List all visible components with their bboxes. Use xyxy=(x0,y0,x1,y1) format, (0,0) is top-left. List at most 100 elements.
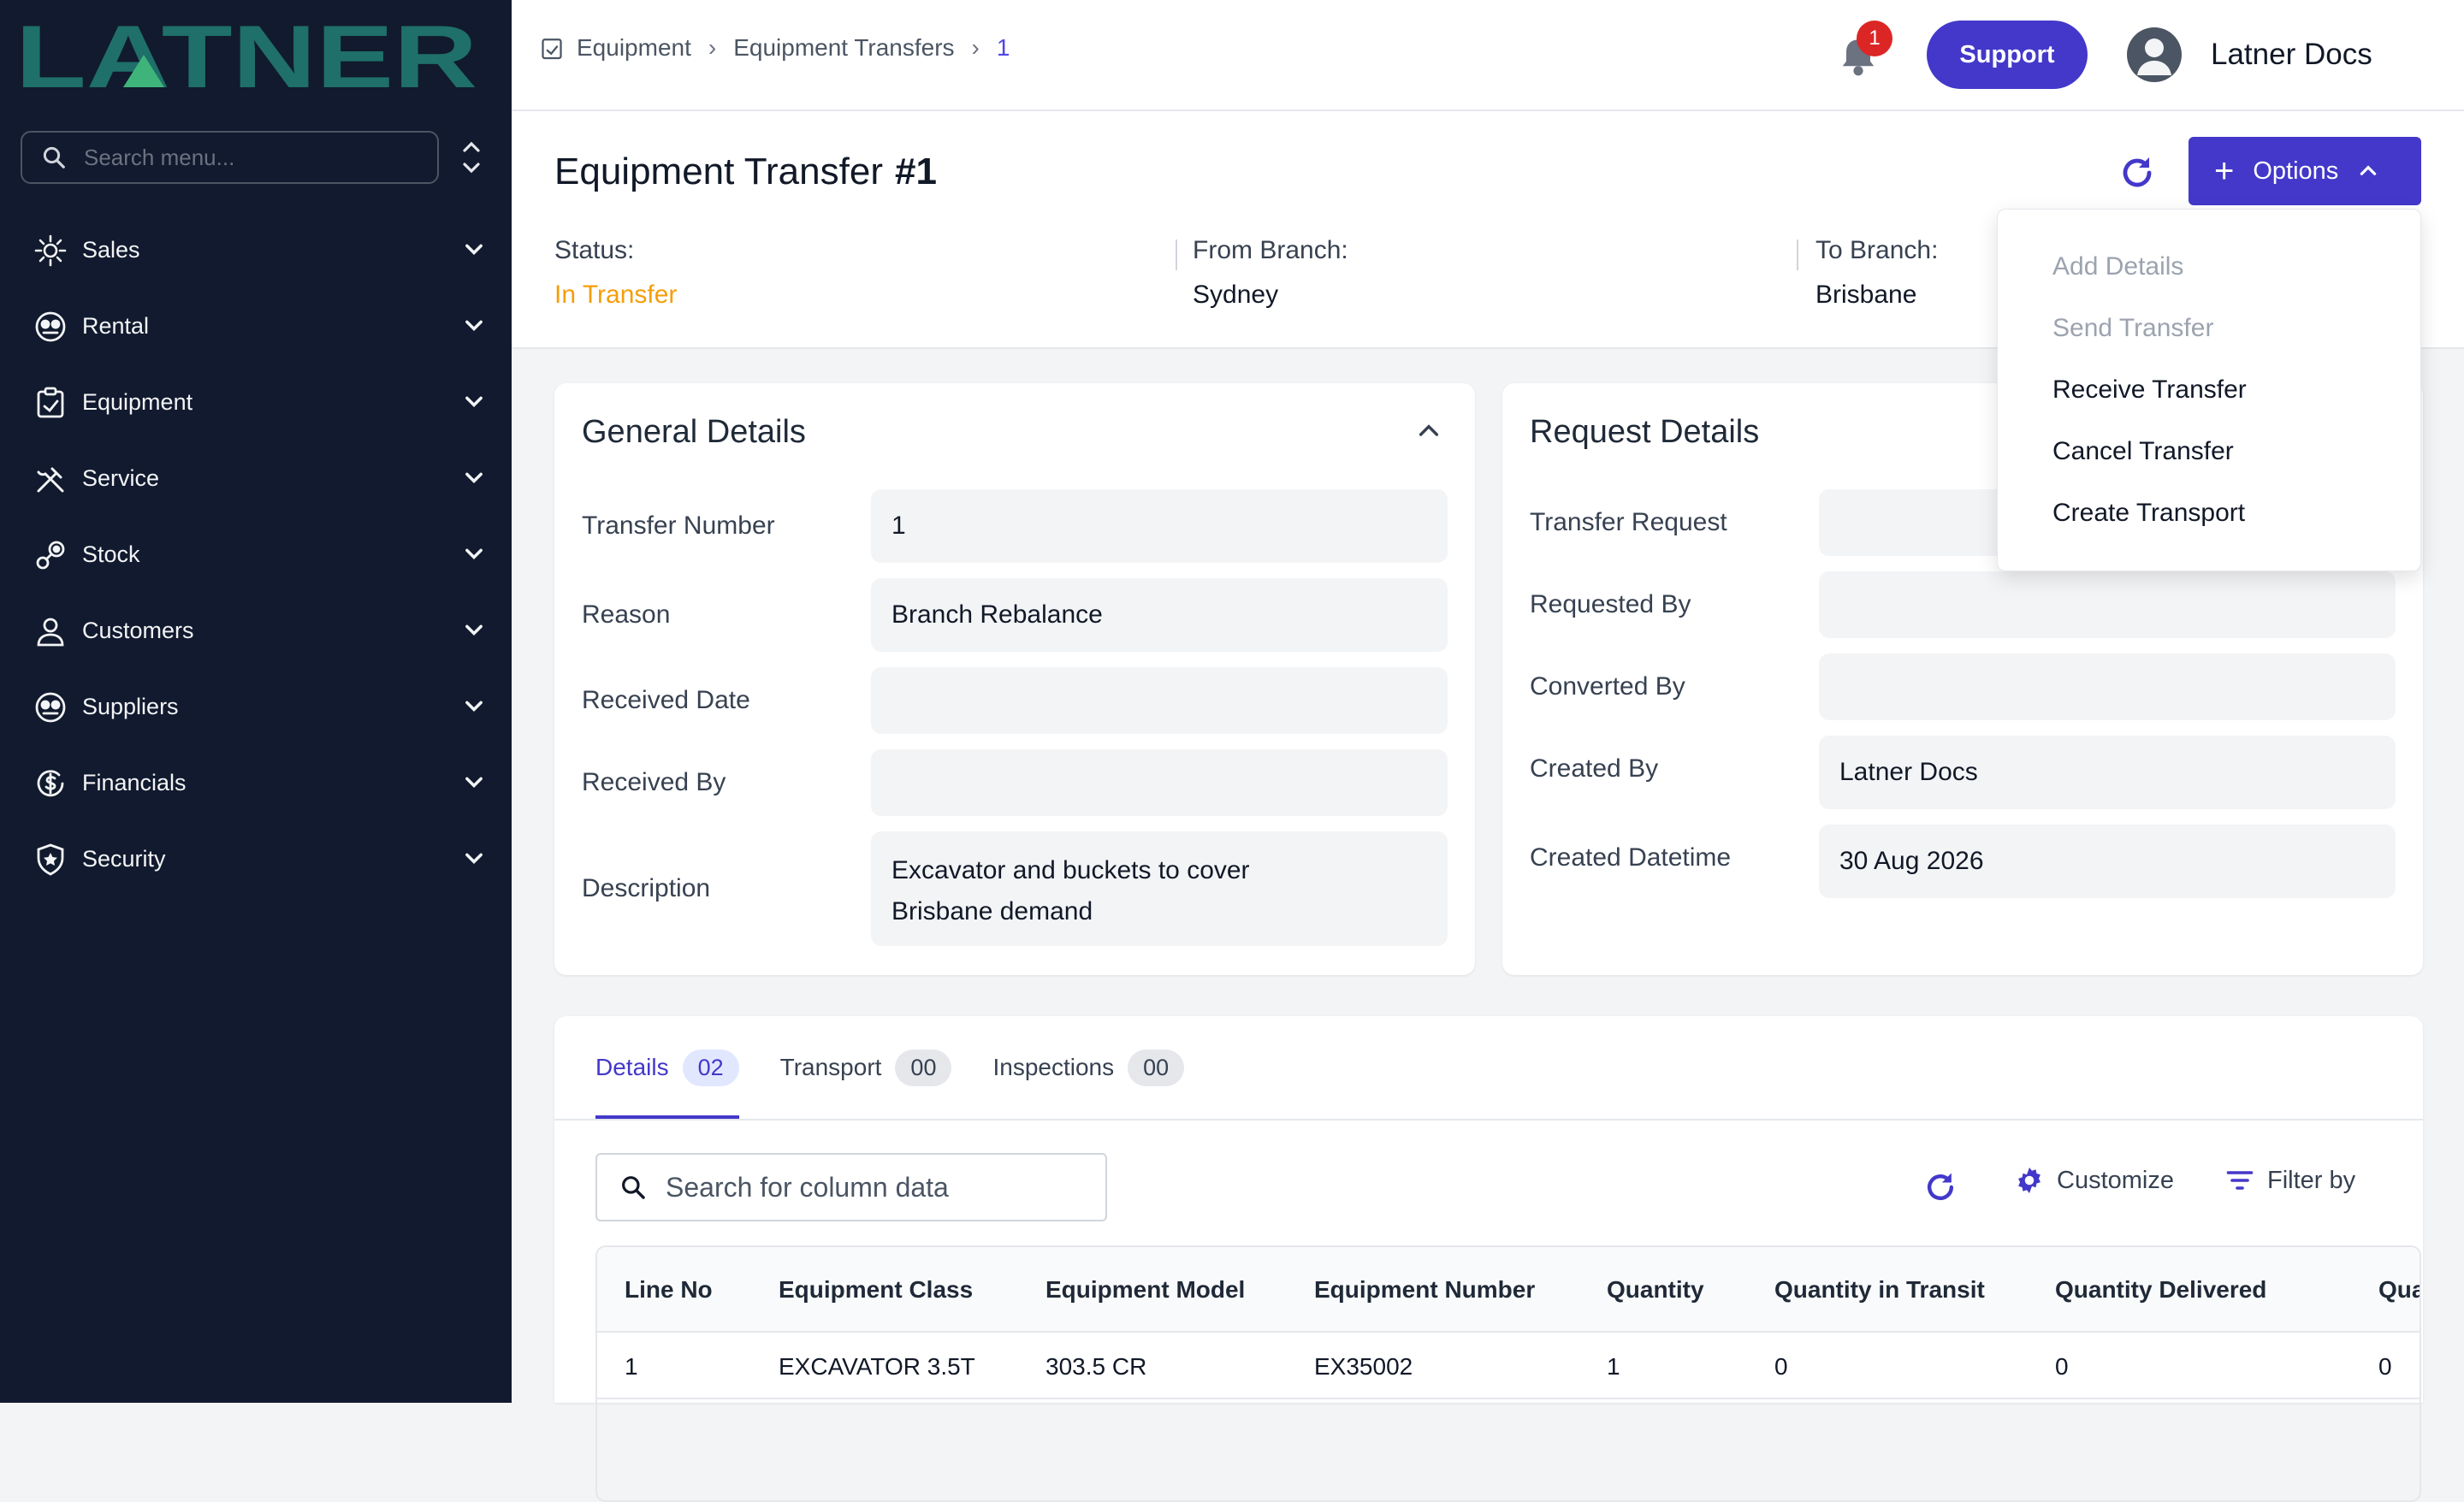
received-by-label: Received By xyxy=(582,768,726,796)
chevron-up-icon[interactable] xyxy=(1415,417,1442,445)
description-line: Excavator and buckets to cover xyxy=(891,856,1250,884)
sidebar-item-label: Service xyxy=(82,465,160,491)
stock-icon xyxy=(31,535,70,575)
column-header-truncated[interactable]: Qua xyxy=(2378,1276,2420,1304)
column-header-equipment-class[interactable]: Equipment Class xyxy=(779,1276,973,1304)
from-branch-block: From Branch: Sydney xyxy=(1193,236,1348,310)
table-cell: 303.5 CR xyxy=(1045,1353,1147,1380)
filter-button[interactable]: Filter by xyxy=(2224,1165,2355,1196)
requested-by-field[interactable] xyxy=(1819,571,2396,638)
table-cell: 1 xyxy=(1607,1353,1620,1380)
breadcrumb-equipment-transfers[interactable]: Equipment Transfers xyxy=(733,34,954,62)
latner-logo[interactable]: LATNER xyxy=(15,17,479,96)
tools-icon xyxy=(31,459,70,499)
column-header-equipment-model[interactable]: Equipment Model xyxy=(1045,1276,1245,1304)
created-by-label: Created By xyxy=(1530,754,1659,783)
tab-label: Inspections xyxy=(992,1054,1115,1080)
equipment-icon xyxy=(542,38,562,60)
divider xyxy=(1797,239,1798,270)
sidebar-item-sales[interactable]: Sales xyxy=(0,212,512,288)
refresh-icon[interactable] xyxy=(2117,152,2158,193)
tab-bar: Details 02 Transport 00 Inspections 00 xyxy=(595,1016,1225,1119)
page-title: Equipment Transfer #1 xyxy=(554,151,937,193)
sidebar-item-label: Customers xyxy=(82,618,194,643)
top-bar: Equipment › Equipment Transfers › 1 1 Su… xyxy=(512,0,2464,111)
created-datetime-field[interactable]: 30 Aug 2026 xyxy=(1819,825,2396,898)
description-line: Brisbane demand xyxy=(891,897,1093,925)
sidebar: LATNER Search menu... Sales Rental Equip… xyxy=(0,0,512,1403)
transfer-number: #1 xyxy=(894,151,937,192)
dollar-icon xyxy=(31,764,70,803)
chevron-down-icon xyxy=(465,777,483,788)
column-header-quantity-delivered[interactable]: Quantity Delivered xyxy=(2055,1276,2266,1304)
sidebar-item-customers[interactable]: Customers xyxy=(0,593,512,669)
menu-item-send-transfer: Send Transfer xyxy=(2052,314,2214,342)
options-menu: Add Details Send Transfer Receive Transf… xyxy=(1997,209,2421,571)
created-by-field[interactable]: Latner Docs xyxy=(1819,736,2396,809)
filter-label: Filter by xyxy=(2267,1166,2356,1194)
reason-field[interactable]: Branch Rebalance xyxy=(871,578,1448,652)
user-name[interactable]: Latner Docs xyxy=(2211,38,2372,72)
card-title: Request Details xyxy=(1530,414,1760,450)
tab-details[interactable]: Details 02 xyxy=(595,1016,739,1119)
tab-transport[interactable]: Transport 00 xyxy=(780,1016,952,1119)
sidebar-item-suppliers[interactable]: Suppliers xyxy=(0,669,512,745)
from-branch-label: From Branch: xyxy=(1193,236,1348,264)
sidebar-item-equipment[interactable]: Equipment xyxy=(0,364,512,441)
menu-item-receive-transfer[interactable]: Receive Transfer xyxy=(2052,376,2247,405)
sidebar-item-financials[interactable]: Financials xyxy=(0,745,512,821)
table-cell: 0 xyxy=(2055,1353,2069,1380)
table-row[interactable]: 1 EXCAVATOR 3.5T 303.5 CR EX35002 1 0 0 … xyxy=(597,1333,2420,1399)
search-icon xyxy=(43,146,65,169)
sidebar-item-service[interactable]: Service xyxy=(0,441,512,517)
sidebar-item-security[interactable]: Security xyxy=(0,821,512,897)
column-header-quantity[interactable]: Quantity xyxy=(1607,1276,1704,1304)
customize-button[interactable]: Customize xyxy=(2014,1165,2174,1196)
collapse-icon[interactable] xyxy=(459,137,484,178)
description-field[interactable]: Excavator and buckets to cover Brisbane … xyxy=(871,831,1448,946)
sidebar-item-rental[interactable]: Rental xyxy=(0,288,512,364)
sidebar-item-label: Financials xyxy=(82,770,187,795)
status-block: Status: In Transfer xyxy=(554,236,677,310)
converted-by-label: Converted By xyxy=(1530,672,1685,701)
transfer-number-field[interactable]: 1 xyxy=(871,489,1448,563)
column-header-quantity-in-transit[interactable]: Quantity in Transit xyxy=(1774,1276,1985,1304)
menu-item-create-transport[interactable]: Create Transport xyxy=(2052,499,2245,528)
created-datetime-label: Created Datetime xyxy=(1530,843,1732,872)
chevron-down-icon xyxy=(465,548,483,559)
rental-icon xyxy=(31,307,70,346)
divider xyxy=(554,1119,2423,1121)
column-search-input[interactable]: Search for column data xyxy=(595,1153,1107,1221)
breadcrumb-equipment[interactable]: Equipment xyxy=(577,34,691,62)
support-button[interactable]: Support xyxy=(1927,21,2088,89)
reason-label: Reason xyxy=(582,600,671,629)
status-value: In Transfer xyxy=(554,281,678,309)
column-header-equipment-number[interactable]: Equipment Number xyxy=(1314,1276,1535,1304)
transfer-number-label: Transfer Number xyxy=(582,512,775,540)
table-cell: 1 xyxy=(625,1353,638,1380)
received-by-field[interactable] xyxy=(871,749,1448,816)
received-date-field[interactable] xyxy=(871,667,1448,734)
column-header-line-no[interactable]: Line No xyxy=(625,1276,713,1304)
menu-item-cancel-transfer[interactable]: Cancel Transfer xyxy=(2052,437,2234,466)
tab-label: Transport xyxy=(779,1054,882,1080)
general-details-card: General Details Transfer Number 1 Reason… xyxy=(554,383,1475,975)
tab-inspections[interactable]: Inspections 00 xyxy=(992,1016,1185,1119)
chevron-up-icon xyxy=(2360,165,2377,175)
status-label: Status: xyxy=(554,236,635,264)
sidebar-item-stock[interactable]: Stock xyxy=(0,517,512,593)
table-cell: EXCAVATOR 3.5T xyxy=(779,1353,975,1380)
filter-icon xyxy=(2226,1171,2254,1190)
chevron-down-icon xyxy=(465,320,483,331)
tab-label: Details xyxy=(595,1054,669,1080)
sidebar-item-label: Stock xyxy=(82,541,140,567)
sidebar-item-label: Rental xyxy=(82,313,150,339)
options-button[interactable]: + Options xyxy=(2189,137,2421,205)
to-branch-block: To Branch: Brisbane xyxy=(1815,236,1938,310)
avatar[interactable] xyxy=(2127,27,2182,82)
refresh-icon[interactable] xyxy=(1922,1168,1959,1206)
card-title: General Details xyxy=(582,414,806,450)
converted-by-field[interactable] xyxy=(1819,653,2396,720)
sales-icon xyxy=(31,231,70,270)
menu-search-field[interactable]: Search menu... xyxy=(21,131,439,184)
